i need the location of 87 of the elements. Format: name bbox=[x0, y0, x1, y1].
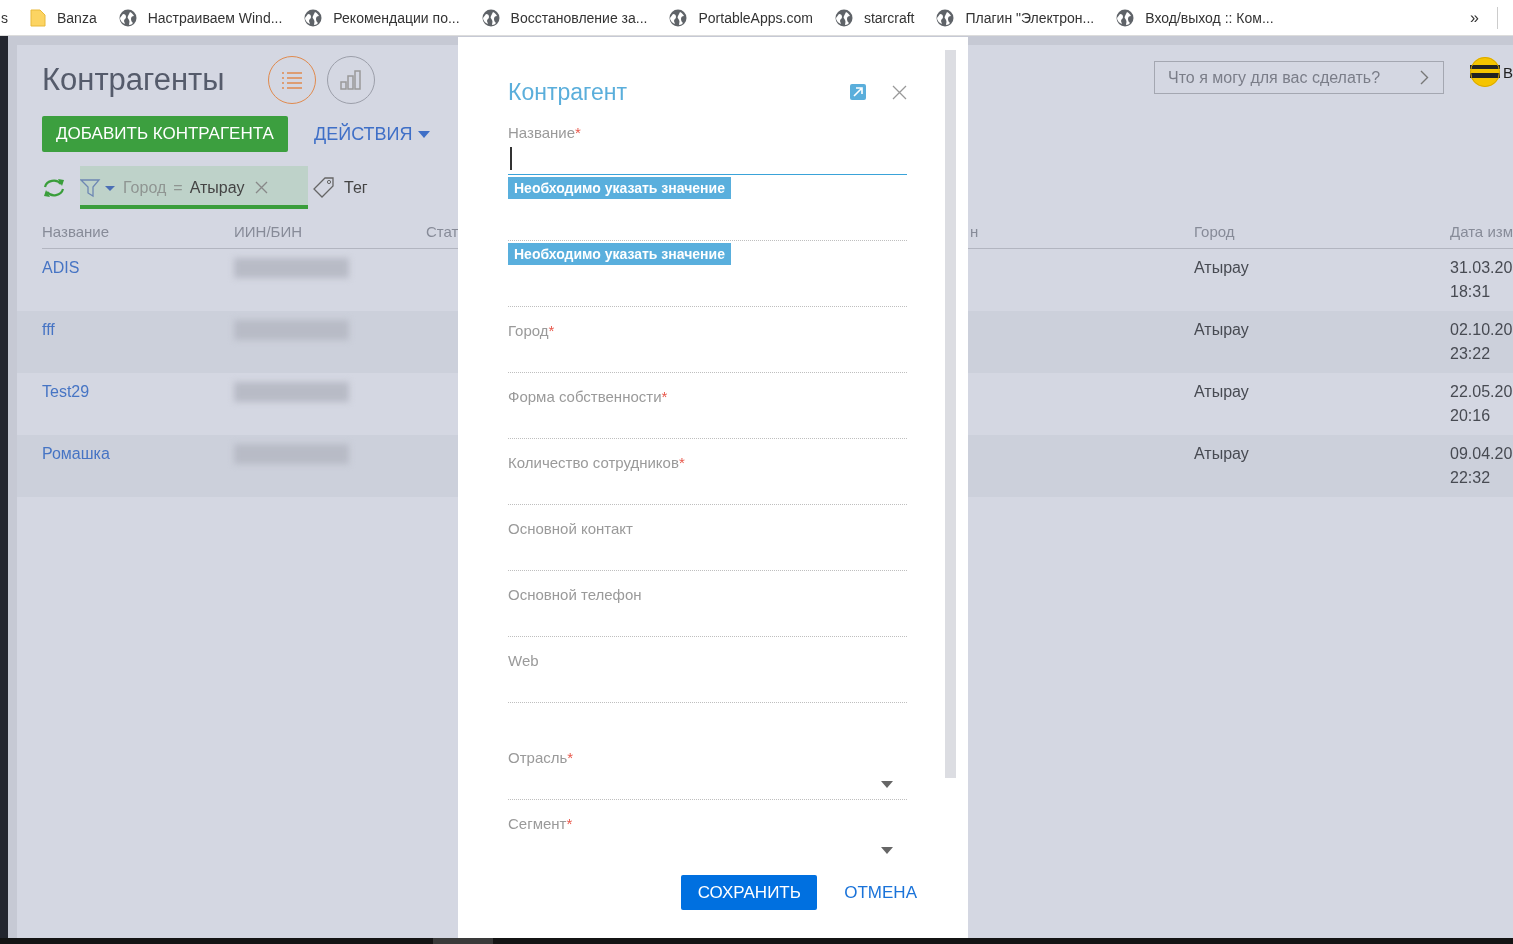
required-mark: * bbox=[661, 388, 668, 405]
table-cell-text: 22.05.20 20:16 bbox=[1450, 382, 1513, 426]
caret-icon bbox=[881, 781, 893, 788]
account-link[interactable]: ADIS bbox=[42, 256, 80, 280]
globe-icon bbox=[118, 8, 137, 27]
filter-field: Город bbox=[123, 178, 167, 197]
bookmark-link[interactable]: starcraft bbox=[863, 9, 915, 26]
input-field[interactable]: Город* bbox=[508, 307, 907, 373]
account-link[interactable]: fff bbox=[42, 318, 55, 342]
field-label: Название bbox=[508, 124, 576, 141]
filter-icon bbox=[80, 177, 116, 198]
bookmark-link[interactable]: Восстановление за... bbox=[510, 9, 648, 26]
dropdown-field[interactable]: Отрасль* bbox=[508, 734, 907, 800]
column-header[interactable]: ИИН/БИН bbox=[234, 223, 426, 240]
bar-chart-icon bbox=[340, 70, 362, 90]
refresh-icon[interactable] bbox=[42, 177, 66, 198]
close-icon[interactable] bbox=[255, 181, 269, 194]
tag-icon[interactable] bbox=[313, 176, 335, 199]
filter-value: Атырау bbox=[189, 178, 245, 197]
bookmark-link[interactable]: PortableApps.com bbox=[698, 9, 813, 26]
table-cell-text: Атырау bbox=[1194, 320, 1249, 340]
table-cell-text: Атырау bbox=[1194, 258, 1249, 278]
list-icon bbox=[281, 71, 303, 89]
globe-icon bbox=[481, 8, 500, 27]
logo-text: B bbox=[1503, 64, 1513, 81]
filter-chip[interactable]: Город = Атырау bbox=[80, 166, 308, 209]
actions-menu-button[interactable]: ДЕЙСТВИЯ bbox=[314, 123, 431, 145]
required-mark: * bbox=[575, 124, 581, 141]
validation-tooltip: Необходимо указать значение bbox=[508, 177, 731, 199]
input-field[interactable]: Web bbox=[508, 637, 907, 703]
input-field[interactable]: Форма собственности* bbox=[508, 373, 907, 439]
page-title: Контрагенты bbox=[42, 61, 226, 99]
table-cell-text: Атырау bbox=[1194, 382, 1249, 402]
table-cell-text: 09.04.20 22:32 bbox=[1450, 444, 1513, 488]
bookmark-link[interactable]: Рекомендации по... bbox=[333, 9, 460, 26]
save-button[interactable]: СОХРАНИТЬ bbox=[681, 875, 818, 910]
field-label: Основной контакт bbox=[508, 520, 633, 537]
field-label: Количество сотрудников bbox=[508, 454, 679, 471]
cancel-button[interactable]: ОТМЕНА bbox=[844, 882, 917, 903]
caret-icon bbox=[418, 130, 431, 138]
required-mark: * bbox=[678, 454, 685, 471]
account-link[interactable]: Ромашка bbox=[42, 442, 110, 466]
column-header[interactable]: Название bbox=[42, 223, 234, 240]
globe-icon bbox=[834, 8, 853, 27]
bookmark-link[interactable]: Banza bbox=[57, 9, 97, 26]
column-header[interactable]: Дата изм bbox=[1450, 223, 1513, 240]
globe-icon bbox=[1116, 8, 1135, 27]
open-in-new-icon[interactable] bbox=[850, 84, 866, 100]
bookmark-link[interactable]: Вход/выход :: Ком... bbox=[1145, 9, 1274, 26]
globe-icon bbox=[669, 8, 688, 27]
field-label: Web bbox=[508, 652, 539, 669]
column-header[interactable]: н bbox=[970, 223, 1194, 240]
globe-icon bbox=[936, 8, 955, 27]
input-field[interactable]: Основной контакт bbox=[508, 505, 907, 571]
close-icon[interactable] bbox=[892, 84, 907, 100]
field-label: Отрасль bbox=[508, 749, 568, 766]
required-mark: * bbox=[567, 749, 574, 766]
required-mark: * bbox=[566, 815, 573, 832]
more-bookmarks-button[interactable]: » bbox=[1470, 8, 1479, 27]
filter-operator: = bbox=[173, 178, 183, 197]
tag-button[interactable]: Тег bbox=[344, 178, 368, 197]
field-label: Город bbox=[508, 322, 549, 339]
input-field[interactable]: Основной телефон bbox=[508, 571, 907, 637]
caret-icon bbox=[881, 847, 893, 854]
add-button[interactable]: ДОБАВИТЬ КОНТРАГЕНТА bbox=[42, 116, 288, 152]
bookmark-link[interactable]: s bbox=[1, 9, 8, 26]
field-label: Сегмент bbox=[508, 815, 567, 832]
column-header[interactable]: Город bbox=[1194, 223, 1450, 240]
bookmark-link[interactable]: Настраиваем Wind... bbox=[147, 9, 283, 26]
account-link[interactable]: Test29 bbox=[42, 380, 90, 404]
field-label: Форма собственности bbox=[508, 388, 662, 405]
chevron-right-icon bbox=[1420, 70, 1429, 85]
table-cell-text: 02.10.20 23:22 bbox=[1450, 320, 1513, 364]
bookmark-link[interactable]: Плагин "Электрон... bbox=[965, 9, 1095, 26]
logo-icon bbox=[1470, 57, 1500, 87]
scrollbar[interactable] bbox=[945, 50, 956, 778]
dropdown-field[interactable]: Сегмент* bbox=[508, 800, 907, 866]
dialog-title: Контрагент bbox=[508, 78, 628, 106]
input-field[interactable]: Количество сотрудников* bbox=[508, 439, 907, 505]
required-mark: * bbox=[548, 322, 555, 339]
assistant-field[interactable]: Что я могу для вас сделать? bbox=[1154, 61, 1444, 94]
validation-tooltip: Необходимо указать значение bbox=[508, 243, 731, 265]
folder-icon bbox=[30, 8, 46, 27]
field-label: Основной телефон bbox=[508, 586, 642, 603]
table-cell-text: 31.03.20 18:31 bbox=[1450, 258, 1513, 302]
table-cell-text: Атырау bbox=[1194, 444, 1249, 464]
globe-icon bbox=[304, 8, 323, 27]
